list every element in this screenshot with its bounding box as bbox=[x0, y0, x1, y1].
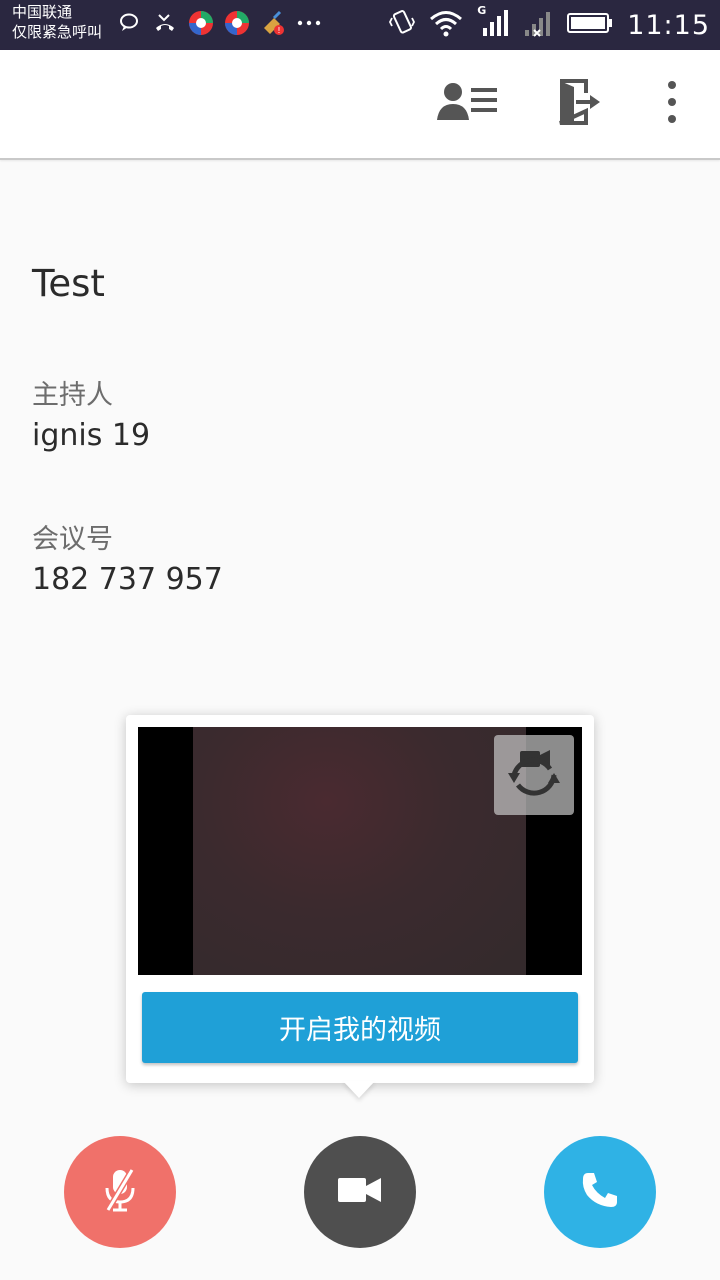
emergency-only-text: 仅限紧急呼叫 bbox=[12, 23, 103, 41]
video-preview-card: 开启我的视频 bbox=[126, 715, 594, 1083]
host-name: ignis 19 bbox=[32, 418, 151, 453]
overflow-menu-icon bbox=[667, 80, 677, 128]
svg-text:!: ! bbox=[277, 26, 280, 35]
chat-bubble-icon bbox=[116, 10, 142, 36]
app-icon bbox=[224, 10, 250, 36]
overflow-menu-button[interactable] bbox=[640, 76, 704, 132]
signal-x-icon bbox=[523, 8, 553, 42]
vibrate-icon bbox=[389, 8, 416, 42]
cleaner-icon: ! bbox=[260, 10, 286, 36]
notification-icons: ! bbox=[116, 10, 322, 36]
meeting-id: 182 737 957 bbox=[32, 562, 223, 597]
meeting-title: Test bbox=[32, 262, 105, 305]
leave-meeting-button[interactable] bbox=[548, 76, 612, 132]
toggle-video-button[interactable] bbox=[304, 1136, 416, 1248]
mute-button[interactable] bbox=[64, 1136, 176, 1248]
video-camera-icon bbox=[338, 1176, 382, 1208]
card-pointer bbox=[343, 1081, 375, 1098]
app-bar bbox=[0, 50, 720, 160]
battery-icon bbox=[567, 12, 613, 38]
switch-camera-button[interactable] bbox=[494, 735, 574, 815]
meeting-id-label: 会议号 bbox=[32, 524, 113, 555]
participants-button[interactable] bbox=[436, 76, 500, 132]
system-icons: G 11:15 bbox=[389, 4, 710, 42]
signal-icon: G bbox=[477, 4, 509, 42]
host-label: 主持人 bbox=[32, 380, 113, 411]
participants-list-icon bbox=[437, 80, 499, 128]
camera-feed bbox=[193, 727, 526, 975]
phone-icon bbox=[580, 1170, 620, 1214]
app-icon bbox=[188, 10, 214, 36]
start-my-video-button[interactable]: 开启我的视频 bbox=[142, 992, 578, 1063]
network-type: G bbox=[477, 4, 487, 17]
switch-camera-icon bbox=[506, 745, 562, 805]
mic-off-icon bbox=[100, 1166, 140, 1218]
exit-icon bbox=[558, 79, 602, 129]
phone-button[interactable] bbox=[544, 1136, 656, 1248]
clock: 11:15 bbox=[627, 9, 710, 41]
missed-call-icon bbox=[152, 10, 178, 36]
more-dots-icon bbox=[296, 10, 322, 36]
carrier-name: 中国联通 bbox=[12, 3, 73, 21]
wifi-icon bbox=[429, 9, 463, 41]
status-bar: 中国联通 仅限紧急呼叫 ! G 11:15 bbox=[0, 0, 720, 50]
carrier-info: 中国联通 仅限紧急呼叫 bbox=[12, 2, 102, 42]
camera-preview bbox=[138, 727, 582, 975]
